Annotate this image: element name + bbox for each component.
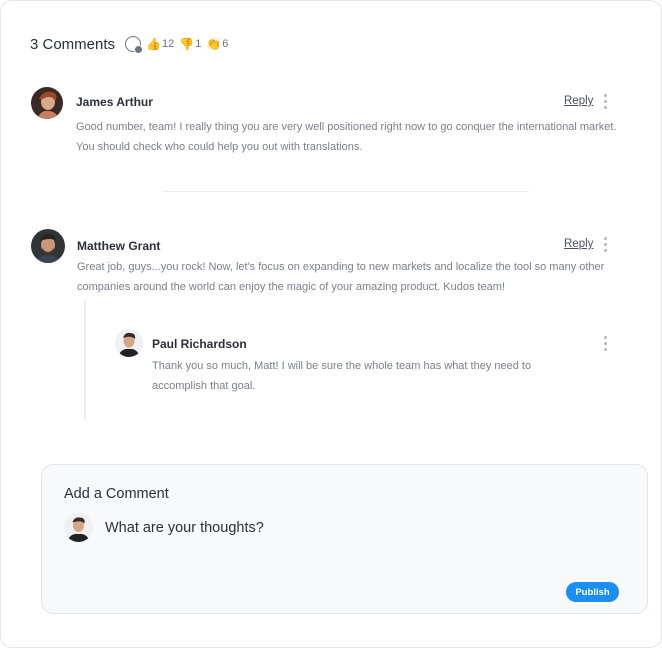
composer-title: Add a Comment bbox=[64, 486, 169, 502]
reaction-thumbs-up[interactable]: 👍 12 bbox=[146, 37, 174, 51]
avatar-image bbox=[115, 329, 143, 357]
reply-link[interactable]: Reply bbox=[564, 95, 593, 107]
comment-author[interactable]: James Arthur bbox=[76, 95, 153, 109]
comments-card: 3 Comments 👍 12 👎 1 👏 6 James Arthur Rep… bbox=[0, 0, 662, 648]
comment-author[interactable]: Matthew Grant bbox=[77, 239, 160, 253]
comment-text-line: You should check who could help you out … bbox=[76, 141, 363, 153]
add-reaction-icon[interactable] bbox=[125, 36, 144, 54]
more-options-icon[interactable] bbox=[604, 336, 608, 354]
comments-header: 3 Comments 👍 12 👎 1 👏 6 bbox=[30, 34, 233, 54]
reaction-count: 6 bbox=[222, 38, 229, 50]
reaction-count: 1 bbox=[195, 38, 202, 50]
divider bbox=[163, 191, 529, 192]
comment-composer: Add a Comment What are your thoughts? Pu… bbox=[41, 464, 648, 614]
reaction-count: 12 bbox=[161, 38, 175, 50]
comment-text-line: Good number, team! I really thing you ar… bbox=[76, 121, 617, 133]
comment-text-line: accomplish that goal. bbox=[152, 380, 256, 392]
clapping-hands-icon: 👏 bbox=[206, 37, 222, 51]
thumbs-up-icon: 👍 bbox=[146, 37, 161, 51]
thumbs-down-icon: 👎 bbox=[179, 37, 195, 51]
comment-author[interactable]: Paul Richardson bbox=[152, 337, 247, 351]
reaction-thumbs-down[interactable]: 👎 1 bbox=[179, 37, 201, 51]
avatar-james-arthur[interactable] bbox=[31, 87, 63, 119]
reply-link[interactable]: Reply bbox=[564, 238, 593, 250]
comment-text: Great job, guys...you rock! Now, let's f… bbox=[77, 257, 604, 297]
avatar-image bbox=[64, 513, 93, 542]
avatar-paul-richardson[interactable] bbox=[115, 329, 143, 357]
avatar-image bbox=[31, 87, 63, 119]
reaction-clap[interactable]: 👏 6 bbox=[206, 37, 228, 51]
more-options-icon[interactable] bbox=[604, 237, 608, 255]
publish-button[interactable]: Publish bbox=[566, 582, 619, 602]
thread-line bbox=[84, 301, 86, 419]
avatar-matthew-grant[interactable] bbox=[31, 229, 65, 263]
comments-count-title: 3 Comments bbox=[30, 35, 116, 53]
comment-text-line: Great job, guys...you rock! Now, let's f… bbox=[77, 261, 605, 273]
comment-text: Good number, team! I really thing you ar… bbox=[76, 117, 617, 157]
comment-text-line: Thank you so much, Matt! I will be sure … bbox=[152, 360, 532, 372]
reactions-bar: 👍 12 👎 1 👏 6 bbox=[125, 36, 233, 54]
comment-input[interactable]: What are your thoughts? bbox=[105, 520, 585, 536]
avatar-current-user bbox=[64, 513, 93, 542]
more-options-icon[interactable] bbox=[604, 94, 608, 112]
comment-text-line: companies around the world can enjoy the… bbox=[77, 281, 506, 293]
avatar-image bbox=[31, 229, 65, 263]
comment-text: Thank you so much, Matt! I will be sure … bbox=[152, 356, 531, 396]
